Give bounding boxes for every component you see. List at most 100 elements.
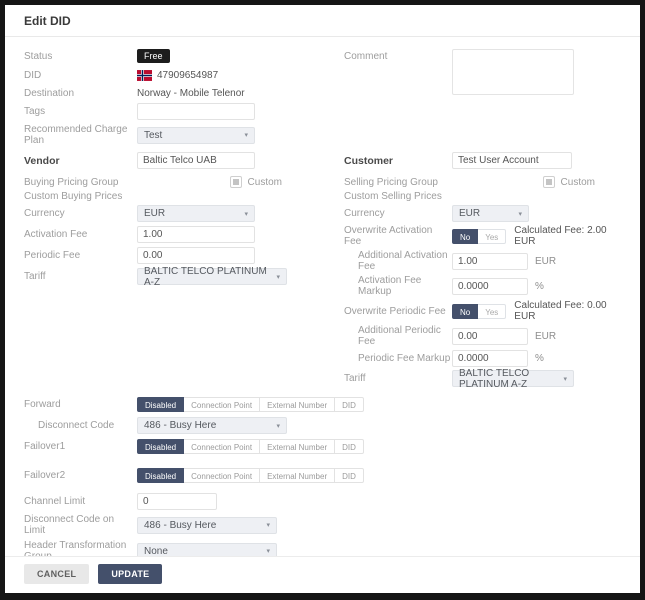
- additional-periodic-fee-input[interactable]: [452, 328, 528, 345]
- header-transformation-group-select[interactable]: None ▾: [137, 543, 277, 557]
- disconnect-code-select[interactable]: 486 - Busy Here ▾: [137, 417, 287, 434]
- overwrite-periodic-no-button[interactable]: No: [452, 304, 478, 319]
- forward-label: Forward: [24, 399, 137, 410]
- additional-periodic-fee-label: Additional Periodic Fee: [344, 325, 452, 347]
- customer-column: Customer Selling Pricing Group Custom Cu…: [344, 152, 620, 387]
- failover2-option-disabled[interactable]: Disabled: [137, 468, 184, 483]
- tags-input[interactable]: [137, 103, 255, 120]
- failover2-segment-group: Disabled Connection Point External Numbe…: [137, 468, 364, 483]
- overwrite-activation-no-button[interactable]: No: [452, 229, 478, 244]
- overwrite-activation-fee-label: Overwrite Activation Fee: [344, 225, 452, 247]
- selling-pricing-group-label: Selling Pricing Group: [344, 177, 452, 188]
- cancel-button[interactable]: CANCEL: [24, 564, 89, 584]
- failover1-option-did[interactable]: DID: [334, 439, 364, 454]
- additional-activation-fee-label: Additional Activation Fee: [344, 250, 452, 272]
- disconnect-code-on-limit-select[interactable]: 486 - Busy Here ▾: [137, 517, 277, 534]
- did-label: DID: [24, 70, 137, 81]
- header-transformation-group-label: Header Transformation Group: [24, 540, 137, 556]
- comment-textarea[interactable]: [452, 49, 574, 95]
- pricing-section: Vendor Buying Pricing Group Custom Custo…: [24, 152, 620, 387]
- vendor-section-label: Vendor: [24, 155, 137, 167]
- charge-plan-select[interactable]: Test ▾: [137, 127, 255, 144]
- forward-option-did[interactable]: DID: [334, 397, 364, 412]
- forward-segment-group: Disabled Connection Point External Numbe…: [137, 397, 364, 412]
- customer-section-label: Customer: [344, 155, 452, 167]
- buying-pricing-group-label: Buying Pricing Group: [24, 177, 137, 188]
- overwrite-periodic-yes-button[interactable]: Yes: [478, 304, 506, 319]
- vendor-currency-select[interactable]: EUR ▾: [137, 205, 255, 222]
- overwrite-activation-yes-button[interactable]: Yes: [478, 229, 506, 244]
- tags-label: Tags: [24, 106, 137, 117]
- forward-option-external-number[interactable]: External Number: [259, 397, 335, 412]
- chevron-down-icon: ▾: [518, 210, 522, 218]
- customer-currency-label: Currency: [344, 208, 452, 219]
- update-button[interactable]: UPDATE: [98, 564, 162, 584]
- failover1-segment-group: Disabled Connection Point External Numbe…: [137, 439, 364, 454]
- failover1-option-connection-point[interactable]: Connection Point: [183, 439, 260, 454]
- failover2-label: Failover2: [24, 470, 137, 481]
- periodic-fee-input[interactable]: [137, 247, 255, 264]
- chevron-down-icon: ▾: [276, 273, 280, 281]
- activation-fee-input[interactable]: [137, 226, 255, 243]
- periodic-fee-markup-input[interactable]: [452, 350, 528, 367]
- overwrite-periodic-fee-label: Overwrite Periodic Fee: [344, 306, 452, 317]
- chevron-down-icon: ▾: [244, 131, 248, 139]
- failover1-option-external-number[interactable]: External Number: [259, 439, 335, 454]
- chevron-down-icon: ▾: [244, 210, 248, 218]
- customer-input[interactable]: [452, 152, 572, 169]
- vendor-tariff-select[interactable]: BALTIC TELCO PLATINUM A-Z ▾: [137, 268, 287, 285]
- comment-label: Comment: [344, 49, 452, 62]
- percent-suffix: %: [535, 353, 544, 364]
- eur-suffix: EUR: [535, 256, 556, 267]
- channel-limit-label: Channel Limit: [24, 496, 137, 507]
- status-label: Status: [24, 51, 137, 62]
- failover1-option-disabled[interactable]: Disabled: [137, 439, 184, 454]
- chevron-down-icon: ▾: [563, 375, 567, 383]
- modal-footer: CANCEL UPDATE: [5, 556, 640, 593]
- forward-option-disabled[interactable]: Disabled: [137, 397, 184, 412]
- activation-fee-label: Activation Fee: [24, 229, 137, 240]
- destination-label: Destination: [24, 88, 137, 99]
- buying-custom-checkbox[interactable]: [230, 176, 242, 188]
- activation-calculated-fee: Calculated Fee: 2.00 EUR: [514, 225, 620, 247]
- periodic-fee-markup-label: Periodic Fee Markup: [344, 353, 452, 364]
- chevron-down-icon: ▾: [266, 547, 270, 555]
- custom-buying-prices-label: Custom Buying Prices: [24, 191, 137, 202]
- edit-did-modal: Edit DID Status Free DID 47909654987 Des…: [0, 0, 645, 600]
- limits-section: Channel Limit Disconnect Code on Limit 4…: [24, 493, 620, 556]
- failover2-option-connection-point[interactable]: Connection Point: [183, 468, 260, 483]
- activation-fee-markup-input[interactable]: [452, 278, 528, 295]
- status-badge: Free: [137, 49, 170, 63]
- general-section: Status Free DID 47909654987 Destination …: [24, 49, 620, 146]
- failover2-option-did[interactable]: DID: [334, 468, 364, 483]
- disconnect-code-on-limit-label: Disconnect Code on Limit: [24, 514, 137, 536]
- selling-custom-checkbox[interactable]: [543, 176, 555, 188]
- selling-custom-label: Custom: [561, 177, 595, 188]
- channel-limit-input[interactable]: [137, 493, 217, 510]
- customer-tariff-select[interactable]: BALTIC TELCO PLATINUM A-Z ▾: [452, 370, 574, 387]
- vendor-column: Vendor Buying Pricing Group Custom Custo…: [24, 152, 344, 387]
- buying-custom-label: Custom: [248, 177, 282, 188]
- vendor-input[interactable]: [137, 152, 255, 169]
- custom-selling-prices-label: Custom Selling Prices: [344, 191, 452, 202]
- periodic-fee-label: Periodic Fee: [24, 250, 137, 261]
- periodic-calculated-fee: Calculated Fee: 0.00 EUR: [514, 300, 620, 322]
- failover2-option-external-number[interactable]: External Number: [259, 468, 335, 483]
- eur-suffix: EUR: [535, 331, 556, 342]
- percent-suffix: %: [535, 281, 544, 292]
- customer-currency-select[interactable]: EUR ▾: [452, 205, 529, 222]
- forward-option-connection-point[interactable]: Connection Point: [183, 397, 260, 412]
- failover1-label: Failover1: [24, 441, 137, 452]
- modal-title: Edit DID: [5, 5, 640, 37]
- additional-activation-fee-input[interactable]: [452, 253, 528, 270]
- activation-fee-markup-label: Activation Fee Markup: [344, 275, 452, 297]
- chevron-down-icon: ▾: [266, 521, 270, 529]
- forward-section: Forward Disabled Connection Point Extern…: [24, 397, 620, 483]
- vendor-currency-label: Currency: [24, 208, 137, 219]
- norway-flag-icon: [137, 70, 152, 81]
- vendor-tariff-label: Tariff: [24, 271, 137, 282]
- did-number: 47909654987: [157, 70, 218, 81]
- disconnect-code-label: Disconnect Code: [24, 420, 137, 431]
- charge-plan-label: Recommended Charge Plan: [24, 124, 137, 146]
- destination-value: Norway - Mobile Telenor: [137, 88, 245, 99]
